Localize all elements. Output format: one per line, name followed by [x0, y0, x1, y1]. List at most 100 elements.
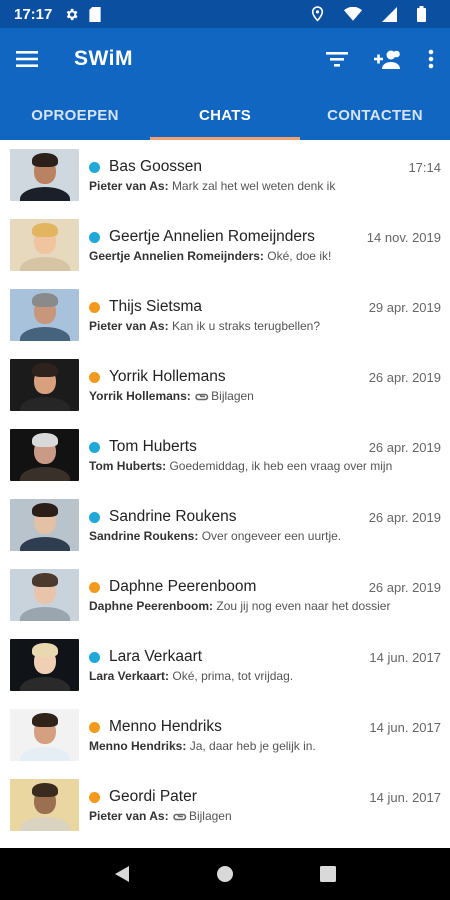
tab-contacten[interactable]: CONTACTEN [300, 90, 450, 140]
app-bar: SWiM [0, 28, 450, 90]
chat-name: Daphne Peerenboom [109, 578, 257, 595]
chat-preview-message: Kan ik u straks terugbellen? [171, 319, 321, 333]
chat-time: 26 apr. 2019 [368, 580, 441, 595]
more-vert-icon[interactable] [428, 49, 434, 69]
avatar [10, 569, 79, 621]
chat-preview-message: Bijlagen [188, 809, 232, 823]
avatar [10, 709, 79, 761]
chat-preview: Menno Hendriks: Ja, daar heb je gelijk i… [89, 739, 411, 753]
chat-row[interactable]: Daphne Peerenboom 26 apr. 2019 Daphne Peer… [0, 560, 450, 630]
chat-time: 26 apr. 2019 [368, 440, 441, 455]
chat-preview: Pieter van As: Bijlagen [89, 809, 411, 824]
presence-status-dot [89, 722, 100, 733]
chat-name: Tom Huberts [109, 438, 197, 455]
chat-preview: Pieter van As: Mark zal het wel weten de… [89, 179, 411, 193]
menu-icon[interactable] [16, 50, 38, 68]
chat-preview-message: Over ongeveer een uurtje. [201, 529, 342, 543]
recents-icon[interactable] [308, 854, 348, 894]
chat-time: 29 apr. 2019 [368, 300, 441, 315]
chat-preview-sender: Menno Hendriks: [89, 739, 187, 753]
chat-preview-message: Goedemiddag, ik heb een vraag over mijn [169, 459, 393, 473]
status-bar: 17:17 [0, 0, 450, 28]
chat-row[interactable]: Yorrik Hollemans 26 apr. 2019 Yorrik Holle… [0, 350, 450, 420]
battery-icon [417, 6, 426, 22]
chat-preview-sender: Sandrine Roukens: [89, 529, 199, 543]
chat-row[interactable]: Lara Verkaart 14 jun. 2017 Lara Verkaart: … [0, 630, 450, 700]
signal-icon [382, 6, 397, 22]
chat-preview: Yorrik Hollemans: Bijlagen [89, 389, 411, 404]
chat-preview-sender: Tom Huberts: [89, 459, 167, 473]
presence-status-dot [89, 162, 100, 173]
chat-row[interactable]: Bas Goossen 17:14 Pieter van As: Mark zal … [0, 140, 450, 210]
chat-row[interactable]: Thijs Sietsma 29 apr. 2019 Pieter van As: … [0, 280, 450, 350]
chat-time: 26 apr. 2019 [368, 510, 441, 525]
chat-preview-message: Zou jij nog even naar het dossier [216, 599, 391, 613]
chat-preview: Tom Huberts: Goedemiddag, ik heb een vra… [89, 459, 411, 473]
chat-list: Bas Goossen 17:14 Pieter van As: Mark zal … [0, 140, 450, 848]
chat-row[interactable]: Menno Hendriks 14 jun. 2017 Menno Hendriks… [0, 700, 450, 770]
presence-status-dot [89, 652, 100, 663]
wifi-icon [344, 7, 362, 21]
filter-icon[interactable] [326, 51, 348, 67]
chat-time: 26 apr. 2019 [368, 370, 441, 385]
tab-oproepen[interactable]: OPROEPEN [0, 90, 150, 140]
chat-preview-sender: Geertje Annelien Romeijnders: [89, 249, 264, 263]
chat-preview-sender: Pieter van As: [89, 319, 169, 333]
home-icon[interactable] [205, 854, 245, 894]
chat-preview: Sandrine Roukens: Over ongeveer een uurt… [89, 529, 411, 543]
app-title: SWiM [74, 47, 133, 70]
attachment-icon [195, 390, 209, 404]
chat-preview-sender: Pieter van As: [89, 809, 169, 823]
tab-bar: OPROEPEN CHATS CONTACTEN [0, 90, 450, 140]
system-nav-bar [0, 848, 450, 900]
avatar [10, 499, 79, 551]
chat-preview-message: Mark zal het wel weten denk ik [171, 179, 336, 193]
chat-name: Yorrik Hollemans [109, 368, 226, 385]
avatar [10, 359, 79, 411]
chat-preview-sender: Lara Verkaart: [89, 669, 170, 683]
avatar [10, 429, 79, 481]
chat-preview: Daphne Peerenboom: Zou jij nog even naar… [89, 599, 411, 613]
chat-time: 14 jun. 2017 [369, 650, 441, 665]
chat-preview-sender: Pieter van As: [89, 179, 169, 193]
chat-time: 17:14 [408, 160, 441, 175]
tab-chats[interactable]: CHATS [150, 90, 300, 140]
add-group-icon[interactable] [374, 49, 402, 69]
presence-status-dot [89, 442, 100, 453]
chat-row[interactable]: Sandrine Roukens 26 apr. 2019 Sandrine Rou… [0, 490, 450, 560]
chat-preview-message: Ja, daar heb je gelijk in. [189, 739, 316, 753]
chat-row[interactable]: Tom Huberts 26 apr. 2019 Tom Huberts: Goed… [0, 420, 450, 490]
chat-preview: Geertje Annelien Romeijnders: Oké, doe i… [89, 249, 411, 263]
status-time: 17:17 [14, 5, 53, 23]
presence-status-dot [89, 232, 100, 243]
presence-status-dot [89, 582, 100, 593]
chat-name: Sandrine Roukens [109, 508, 237, 525]
chat-row[interactable]: Geordi Pater 14 jun. 2017 Pieter van As: B… [0, 770, 450, 840]
chat-preview-message: Oké, doe ik! [267, 249, 332, 263]
chat-preview-sender: Yorrik Hollemans: [89, 389, 191, 403]
chat-name: Bas Goossen [109, 158, 203, 175]
attachment-icon [173, 810, 187, 824]
chat-row[interactable]: Geertje Annelien Romeijnders 14 nov. 2019… [0, 210, 450, 280]
chat-name: Geertje Annelien Romeijnders [109, 228, 315, 245]
chat-time: 14 jun. 2017 [369, 720, 441, 735]
gear-icon [64, 7, 79, 22]
avatar [10, 779, 79, 831]
avatar [10, 289, 79, 341]
presence-status-dot [89, 792, 100, 803]
chat-time: 14 jun. 2017 [369, 790, 441, 805]
chat-preview-sender: Daphne Peerenboom: [89, 599, 214, 613]
chat-preview: Lara Verkaart: Oké, prima, tot vrijdag. [89, 669, 411, 683]
avatar [10, 639, 79, 691]
chat-name: Menno Hendriks [109, 718, 222, 735]
avatar [10, 219, 79, 271]
chat-name: Geordi Pater [109, 788, 197, 805]
avatar [10, 149, 79, 201]
chat-preview-message: Oké, prima, tot vrijdag. [172, 669, 294, 683]
chat-preview: Pieter van As: Kan ik u straks terugbell… [89, 319, 411, 333]
back-icon[interactable] [102, 854, 142, 894]
presence-status-dot [89, 512, 100, 523]
chat-preview-message: Bijlagen [211, 389, 254, 403]
location-icon [311, 6, 324, 22]
chat-time: 14 nov. 2019 [366, 230, 441, 245]
